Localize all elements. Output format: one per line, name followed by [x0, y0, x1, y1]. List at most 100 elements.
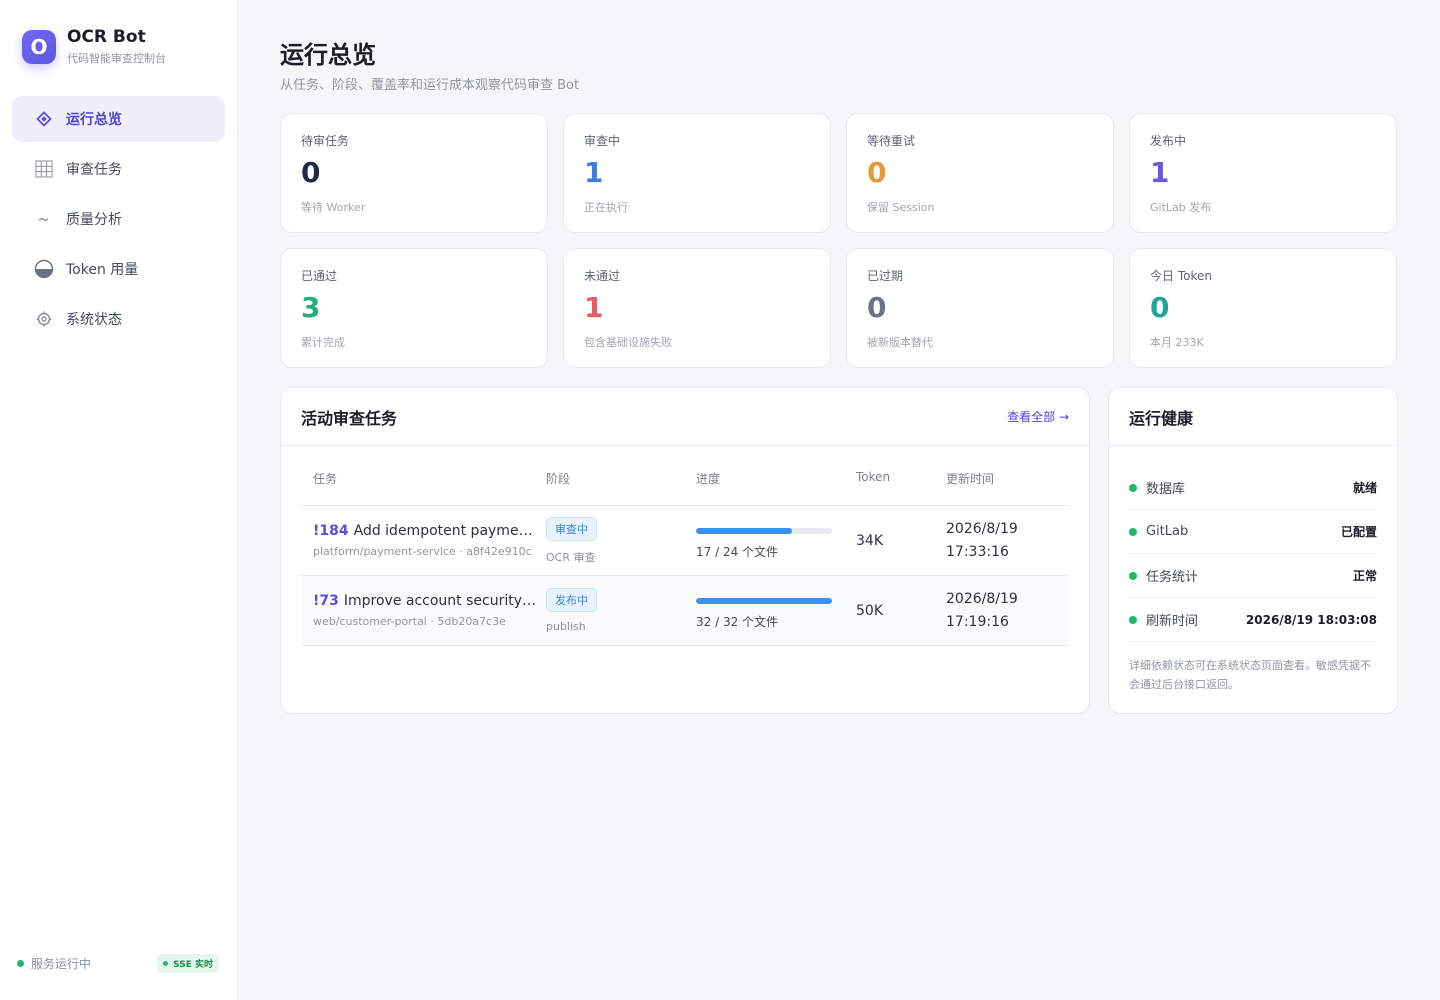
status-dot — [1129, 527, 1137, 536]
status-dot — [163, 961, 169, 966]
column-header: 任务 — [313, 472, 338, 486]
stage-badge: 发布中 — [546, 588, 597, 612]
health-item: 数据库 就绪 — [1129, 466, 1377, 510]
service-status-label: 服务运行中 — [31, 957, 92, 971]
stat-note: 累计完成 — [301, 336, 345, 349]
view-all-link[interactable]: 查看全部 → — [1007, 408, 1069, 425]
task-repo: web/customer-portal · 5db20a7c3e — [313, 615, 506, 628]
health-list: 数据库 就绪 GitLab 已配置 任务统计 正常 刷新时间 2026/8/19… — [1129, 466, 1377, 642]
sidebar-item-label: 审查任务 — [66, 162, 122, 178]
sidebar-item-system[interactable]: 系统状态 — [12, 296, 225, 342]
stat-card: 等待重试 0 保留 Session — [846, 113, 1114, 233]
stat-value: 1 — [584, 156, 604, 189]
sidebar-item-overview[interactable]: 运行总览 — [12, 96, 225, 142]
stat-card: 待审任务 0 等待 Worker — [280, 113, 548, 233]
progress-text: 17 / 24 个文件 — [696, 544, 779, 559]
updated-date: 2026/8/19 — [946, 590, 1018, 607]
page-subtitle: 从任务、阶段、覆盖率和运行成本观察代码审查 Bot — [280, 78, 580, 93]
service-status: 服务运行中 — [17, 955, 91, 972]
stat-value: 0 — [867, 291, 887, 324]
half-circle-icon — [34, 259, 54, 279]
updated-time: 17:19:16 — [946, 613, 1009, 630]
task-repo: platform/payment-service · a8f42e910c — [313, 545, 532, 558]
stat-note: GitLab 发布 — [1150, 201, 1212, 214]
token-count: 50K — [856, 602, 883, 619]
health-item: 刷新时间 2026/8/19 18:03:08 — [1129, 598, 1377, 642]
sidebar-item-label: Token 用量 — [66, 262, 139, 278]
stat-label: 审查中 — [584, 134, 621, 148]
brand-subtitle: 代码智能审查控制台 — [67, 52, 166, 65]
health-value: 就绪 — [1352, 481, 1377, 495]
column-header: Token — [856, 470, 891, 484]
health-name: 任务统计 — [1146, 570, 1199, 585]
health-name: GitLab — [1146, 524, 1189, 539]
progress-bar — [696, 597, 832, 604]
sidebar-item-review-tasks[interactable]: 审查任务 — [12, 146, 225, 192]
diamond-icon — [34, 109, 54, 129]
stat-note: 本月 233K — [1150, 336, 1204, 349]
status-dot — [1129, 571, 1137, 580]
status-dot — [1129, 483, 1137, 492]
task-title[interactable]: Add idempotent payment flow — [354, 523, 538, 539]
panel-title: 活动审查任务 — [301, 408, 398, 428]
sidebar-item-label: 质量分析 — [66, 212, 122, 228]
health-name: 刷新时间 — [1146, 614, 1199, 629]
stat-value: 3 — [301, 291, 321, 324]
stat-value: 0 — [301, 156, 321, 189]
brand-logo: O — [22, 29, 56, 64]
health-value: 正常 — [1352, 569, 1377, 583]
sse-badge-label: SSE 实时 — [173, 960, 213, 970]
health-value: 2026/8/19 18:03:08 — [1245, 612, 1377, 627]
stat-card: 发布中 1 GitLab 发布 — [1129, 113, 1397, 233]
tasks-table: 任务 阶段 进度 Token 更新时间 !184 Add idempotent p… — [301, 470, 1069, 646]
stat-note: 包含基础设施失败 — [584, 336, 672, 349]
stat-note: 被新版本替代 — [867, 336, 933, 349]
grid-icon — [34, 159, 54, 179]
stat-label: 等待重试 — [867, 134, 916, 148]
health-panel: 运行健康 数据库 就绪 GitLab 已配置 任务统计 正常 刷新时间 2026… — [1108, 387, 1398, 714]
status-dot — [1129, 615, 1137, 624]
stat-value: 0 — [867, 156, 887, 189]
stat-card: 审查中 1 正在执行 — [563, 113, 831, 233]
updated-time: 17:33:16 — [946, 543, 1009, 560]
brand-title: OCR Bot — [67, 27, 146, 47]
stat-value: 0 — [1150, 291, 1170, 324]
stat-note: 正在执行 — [584, 201, 628, 214]
task-id[interactable]: !184 — [313, 523, 349, 539]
stat-label: 已通过 — [301, 269, 338, 283]
sidebar-item-quality[interactable]: 质量分析 — [12, 196, 225, 242]
stat-note: 等待 Worker — [301, 201, 366, 214]
health-item: 任务统计 正常 — [1129, 554, 1377, 598]
progress-bar — [696, 527, 832, 534]
table-row[interactable]: !73 Improve account security settings web… — [301, 576, 1069, 646]
health-name: 数据库 — [1146, 482, 1186, 497]
stat-label: 已过期 — [867, 269, 904, 283]
stat-note: 保留 Session — [867, 201, 935, 214]
panel-title: 运行健康 — [1129, 408, 1194, 428]
stat-card: 已过期 0 被新版本替代 — [846, 248, 1114, 368]
gear-icon — [34, 309, 54, 329]
updated-date: 2026/8/19 — [946, 520, 1018, 537]
page-title: 运行总览 — [280, 41, 376, 69]
task-title[interactable]: Improve account security settings — [344, 593, 538, 609]
health-item: GitLab 已配置 — [1129, 510, 1377, 554]
active-tasks-panel: 活动审查任务 查看全部 → 任务 阶段 进度 Token 更新时间 !184 Ad… — [280, 387, 1090, 714]
sidebar-item-token[interactable]: Token 用量 — [12, 246, 225, 292]
table-row[interactable]: !184 Add idempotent payment flow platform… — [301, 506, 1069, 576]
stat-label: 发布中 — [1150, 134, 1187, 148]
sidebar-footer: 服务运行中 SSE 实时 — [17, 954, 219, 973]
health-value: 已配置 — [1340, 525, 1377, 539]
stat-card: 未通过 1 包含基础设施失败 — [563, 248, 831, 368]
brand[interactable]: O OCR Bot 代码智能审查控制台 — [22, 27, 166, 66]
stat-card: 已通过 3 累计完成 — [280, 248, 548, 368]
stat-label: 今日 Token — [1150, 269, 1212, 283]
stat-card: 今日 Token 0 本月 233K — [1129, 248, 1397, 368]
task-id[interactable]: !73 — [313, 593, 339, 609]
trend-icon — [34, 209, 54, 229]
sidebar-nav: 运行总览 审查任务 质量分析 Token 用量 系统状态 — [12, 96, 225, 346]
health-note: 详细依赖状态可在系统状态页面查看。敏感凭据不会通过后台接口返回。 — [1129, 659, 1371, 691]
table-header: 任务 阶段 进度 Token 更新时间 — [301, 470, 1069, 506]
token-count: 34K — [856, 532, 883, 549]
stage-badge: 审查中 — [546, 516, 597, 541]
progress-text: 32 / 32 个文件 — [696, 614, 779, 629]
